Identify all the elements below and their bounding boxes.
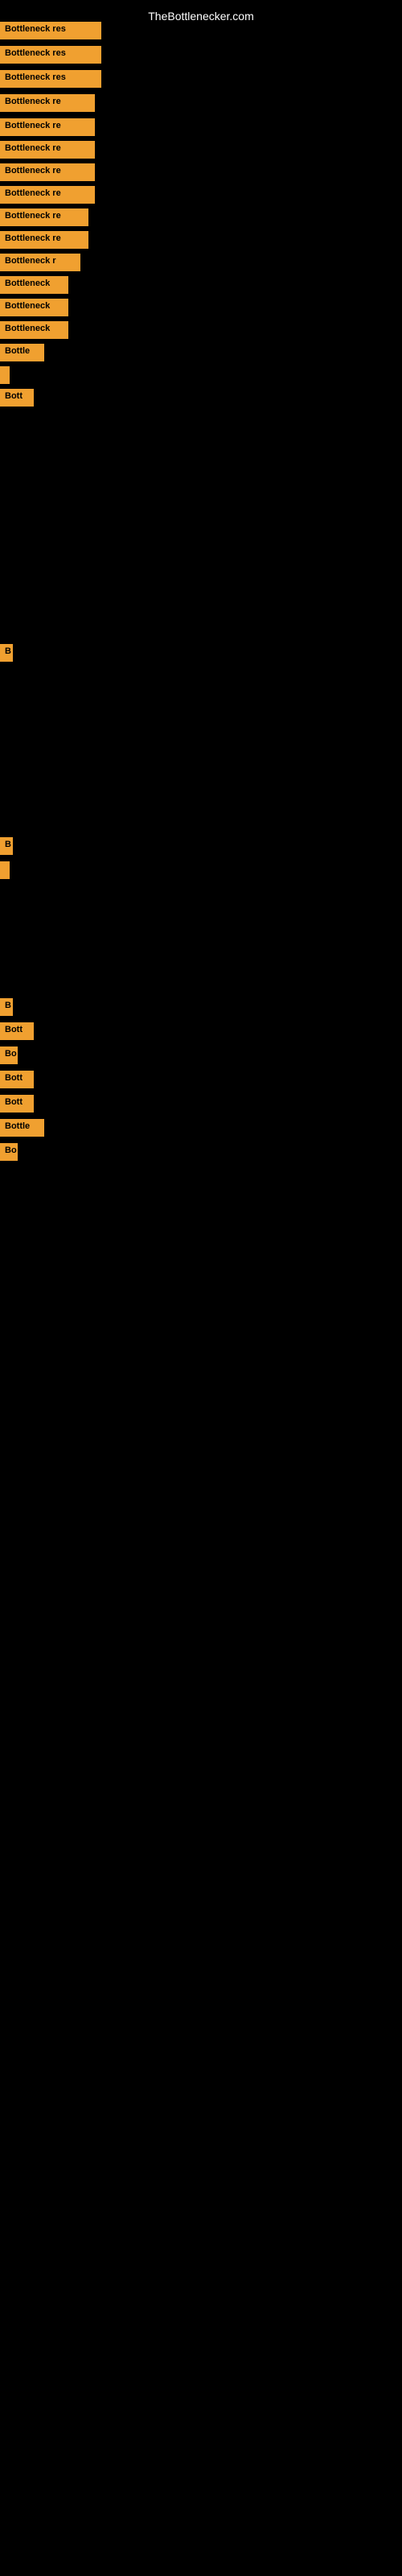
bottleneck-label-1[interactable]: Bottleneck res [0, 22, 101, 39]
bottleneck-label-24[interactable]: Bott [0, 1071, 34, 1088]
bottleneck-label-20[interactable] [0, 861, 10, 879]
bottleneck-label-4[interactable]: Bottleneck re [0, 94, 95, 112]
bottleneck-label-13[interactable]: Bottleneck [0, 299, 68, 316]
bottleneck-label-17[interactable]: Bott [0, 389, 34, 407]
bottleneck-label-19[interactable]: B [0, 837, 13, 855]
bottleneck-label-21[interactable]: B [0, 998, 13, 1016]
bottleneck-label-15[interactable]: Bottle [0, 344, 44, 361]
bottleneck-label-16[interactable] [0, 366, 10, 384]
bottleneck-label-14[interactable]: Bottleneck [0, 321, 68, 339]
bottleneck-label-26[interactable]: Bottle [0, 1119, 44, 1137]
bottleneck-label-25[interactable]: Bott [0, 1095, 34, 1113]
bottleneck-label-5[interactable]: Bottleneck re [0, 118, 95, 136]
bottleneck-label-12[interactable]: Bottleneck [0, 276, 68, 294]
bottleneck-label-10[interactable]: Bottleneck re [0, 231, 88, 249]
bottleneck-label-22[interactable]: Bott [0, 1022, 34, 1040]
bottleneck-label-8[interactable]: Bottleneck re [0, 186, 95, 204]
bottleneck-label-11[interactable]: Bottleneck r [0, 254, 80, 271]
bottleneck-label-18[interactable]: B [0, 644, 13, 662]
bottleneck-label-23[interactable]: Bo [0, 1046, 18, 1064]
bottleneck-label-7[interactable]: Bottleneck re [0, 163, 95, 181]
bottleneck-label-27[interactable]: Bo [0, 1143, 18, 1161]
bottleneck-label-9[interactable]: Bottleneck re [0, 208, 88, 226]
bottleneck-label-6[interactable]: Bottleneck re [0, 141, 95, 159]
bottleneck-label-2[interactable]: Bottleneck res [0, 46, 101, 64]
bottleneck-label-3[interactable]: Bottleneck res [0, 70, 101, 88]
